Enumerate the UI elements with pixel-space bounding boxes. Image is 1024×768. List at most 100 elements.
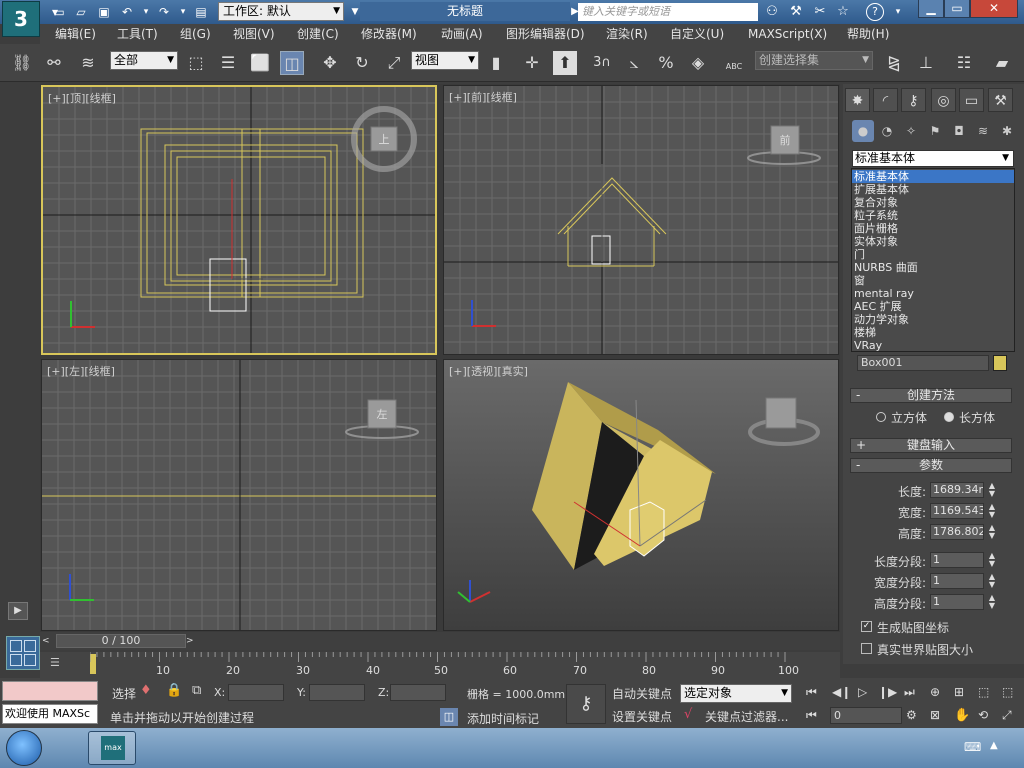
menu-tools[interactable]: 工具(T) xyxy=(117,26,158,42)
previous-frame-icon[interactable]: ◀❙ xyxy=(832,685,851,699)
new-file-icon[interactable]: ▭ xyxy=(50,4,68,20)
wrench-icon[interactable]: ⚒ xyxy=(786,3,806,21)
motion-tab-icon[interactable]: ◎ xyxy=(931,88,956,112)
utilities-tab-icon[interactable]: ⚒ xyxy=(988,88,1013,112)
length-field[interactable]: 1689.34m xyxy=(930,482,984,498)
menu-rendering[interactable]: 渲染(R) xyxy=(606,26,648,42)
absolute-mode-icon[interactable]: ⧉ xyxy=(192,683,201,698)
viewport-left-label[interactable]: [+][左][线框] xyxy=(47,363,115,379)
menu-modifiers[interactable]: 修改器(M) xyxy=(361,26,417,42)
undo-icon[interactable]: ↶ xyxy=(118,4,136,20)
hierarchy-tab-icon[interactable]: ⚷ xyxy=(901,88,926,112)
geometry-icon[interactable]: ● xyxy=(852,120,874,142)
tools-icon[interactable]: ✂ xyxy=(810,3,830,21)
tray-expand-icon[interactable]: ▲ xyxy=(990,740,998,751)
app-logo-icon[interactable]: 3 xyxy=(2,1,40,37)
window-crossing-icon[interactable]: ◫ xyxy=(280,51,304,75)
height-segs-spinner[interactable]: ▲ ▼ xyxy=(987,594,997,610)
dropdown-item[interactable]: 实体对象 xyxy=(852,235,1014,248)
mirror-icon[interactable]: ⧎ xyxy=(882,51,906,75)
dropdown-item[interactable]: AEC 扩展 xyxy=(852,300,1014,313)
play-icon[interactable]: ▷ xyxy=(858,685,867,699)
manipulate-icon[interactable]: ✛ xyxy=(520,51,544,75)
menu-animation[interactable]: 动画(A) xyxy=(441,26,483,42)
maximize-button[interactable]: ▭ xyxy=(944,0,970,18)
track-filter-icon[interactable]: ☰ xyxy=(50,656,72,674)
pan-icon[interactable]: ✋ xyxy=(954,708,970,723)
select-by-name-icon[interactable]: ☰ xyxy=(216,51,240,75)
modify-tab-icon[interactable]: ◜ xyxy=(873,88,898,112)
dropdown-item[interactable]: NURBS 曲面 xyxy=(852,261,1014,274)
display-tab-icon[interactable]: ▭ xyxy=(959,88,984,112)
dropdown-item[interactable]: VRay xyxy=(852,339,1014,352)
viewport-top-label[interactable]: [+][顶][线框] xyxy=(48,90,116,106)
link-icon[interactable]: ⛓ xyxy=(10,51,34,75)
go-to-end-icon[interactable]: ⏭ xyxy=(904,685,915,700)
viewcube-top-label[interactable]: 上 xyxy=(371,131,397,149)
menu-help[interactable]: 帮助(H) xyxy=(847,26,889,42)
menu-graph-editors[interactable]: 图形编辑器(D) xyxy=(506,26,585,42)
redo-dropdown-icon[interactable]: ▾ xyxy=(174,4,192,20)
undo-dropdown-icon[interactable]: ▾ xyxy=(137,4,155,20)
binoculars-icon[interactable]: ⚇ xyxy=(762,3,782,21)
angle-snap-icon[interactable]: ⦣ xyxy=(622,51,646,75)
maximize-viewport-icon[interactable]: ⤢ xyxy=(1002,708,1012,723)
save-file-icon[interactable]: ▣ xyxy=(95,4,113,20)
zoom-all-icon[interactable]: ⊞ xyxy=(954,685,964,699)
named-selection-select[interactable]: 创建选择集 ▼ xyxy=(755,51,873,70)
orbit-icon[interactable]: ⟲ xyxy=(978,708,988,722)
real-world-checkbox[interactable] xyxy=(861,643,872,654)
taskbar-3dsmax-icon[interactable]: max xyxy=(88,731,136,765)
keyboard-shortcut-override-icon[interactable]: ⬆ xyxy=(553,51,577,75)
slider-prev-icon[interactable]: < xyxy=(42,634,54,648)
viewport-front[interactable]: [+][前][线框] 前 xyxy=(443,85,839,355)
search-input[interactable]: 键入关键字或短语 xyxy=(578,3,758,21)
layer-manager-icon[interactable]: ☷ xyxy=(952,51,976,75)
star-icon[interactable]: ☆ xyxy=(833,3,853,21)
auto-key-button[interactable]: 自动关键点 xyxy=(612,685,672,702)
pivot-center-icon[interactable]: ▮ xyxy=(484,51,508,75)
viewcube-front-label[interactable]: 前 xyxy=(771,132,799,150)
key-icon[interactable]: ⚷ xyxy=(566,684,606,724)
object-name-input[interactable]: Box001 xyxy=(857,355,989,371)
viewport-left[interactable]: [+][左][线框] 左 xyxy=(41,359,437,631)
start-button-icon[interactable] xyxy=(6,730,42,766)
dropdown-item[interactable]: 动力学对象 xyxy=(852,313,1014,326)
reference-coordinate-select[interactable]: 视图 ▼ xyxy=(411,51,479,70)
percent-snap-icon[interactable]: % xyxy=(654,51,678,75)
next-frame-icon[interactable]: ❙▶ xyxy=(878,685,897,699)
x-coordinate-field[interactable] xyxy=(228,684,284,701)
dropdown-item[interactable]: 面片栅格 xyxy=(852,222,1014,235)
key-filters-button[interactable]: 关键点过滤器... xyxy=(705,708,788,725)
workspace-select[interactable]: 工作区: 默认 ▼ xyxy=(218,2,344,21)
open-file-icon[interactable]: ▱ xyxy=(72,4,90,20)
width-field[interactable]: 1169.543 xyxy=(930,503,984,519)
snap-toggle-icon[interactable]: 3∩ xyxy=(590,51,614,75)
object-color-swatch[interactable] xyxy=(993,355,1007,371)
dropdown-item[interactable]: 楼梯 xyxy=(852,326,1014,339)
zoom-extents-icon[interactable]: ⬚ xyxy=(978,685,989,699)
render-icon[interactable]: ▰ xyxy=(990,51,1014,75)
expand-panel-icon[interactable]: ▶ xyxy=(8,602,28,620)
maxscript-listener-top[interactable] xyxy=(2,681,98,701)
create-tab-icon[interactable]: ✸ xyxy=(845,88,870,112)
help-icon[interactable]: ? xyxy=(866,3,884,21)
viewport-layout-icon[interactable] xyxy=(6,636,40,670)
go-to-start-icon[interactable]: ⏮ xyxy=(806,685,817,700)
isolate-icon[interactable]: ♦ xyxy=(140,683,152,698)
shapes-icon[interactable]: ◔ xyxy=(876,120,898,142)
length-segs-field[interactable]: 1 xyxy=(930,552,984,568)
bind-space-warp-icon[interactable]: ≋ xyxy=(76,51,100,75)
helpers-icon[interactable]: ◘ xyxy=(948,120,970,142)
menu-customize[interactable]: 自定义(U) xyxy=(670,26,724,42)
set-key-button[interactable]: 设置关键点 xyxy=(612,708,672,725)
length-spinner[interactable]: ▲ ▼ xyxy=(987,482,997,498)
project-folder-icon[interactable]: ▤ xyxy=(192,4,210,20)
height-field[interactable]: 1786.802 xyxy=(930,524,984,540)
height-spinner[interactable]: ▲ ▼ xyxy=(987,524,997,540)
length-segs-spinner[interactable]: ▲ ▼ xyxy=(987,552,997,568)
height-segs-field[interactable]: 1 xyxy=(930,594,984,610)
radio-cube[interactable] xyxy=(876,412,886,422)
add-time-tag-label[interactable]: 添加时间标记 xyxy=(467,710,539,727)
close-button[interactable]: ✕ xyxy=(970,0,1018,18)
